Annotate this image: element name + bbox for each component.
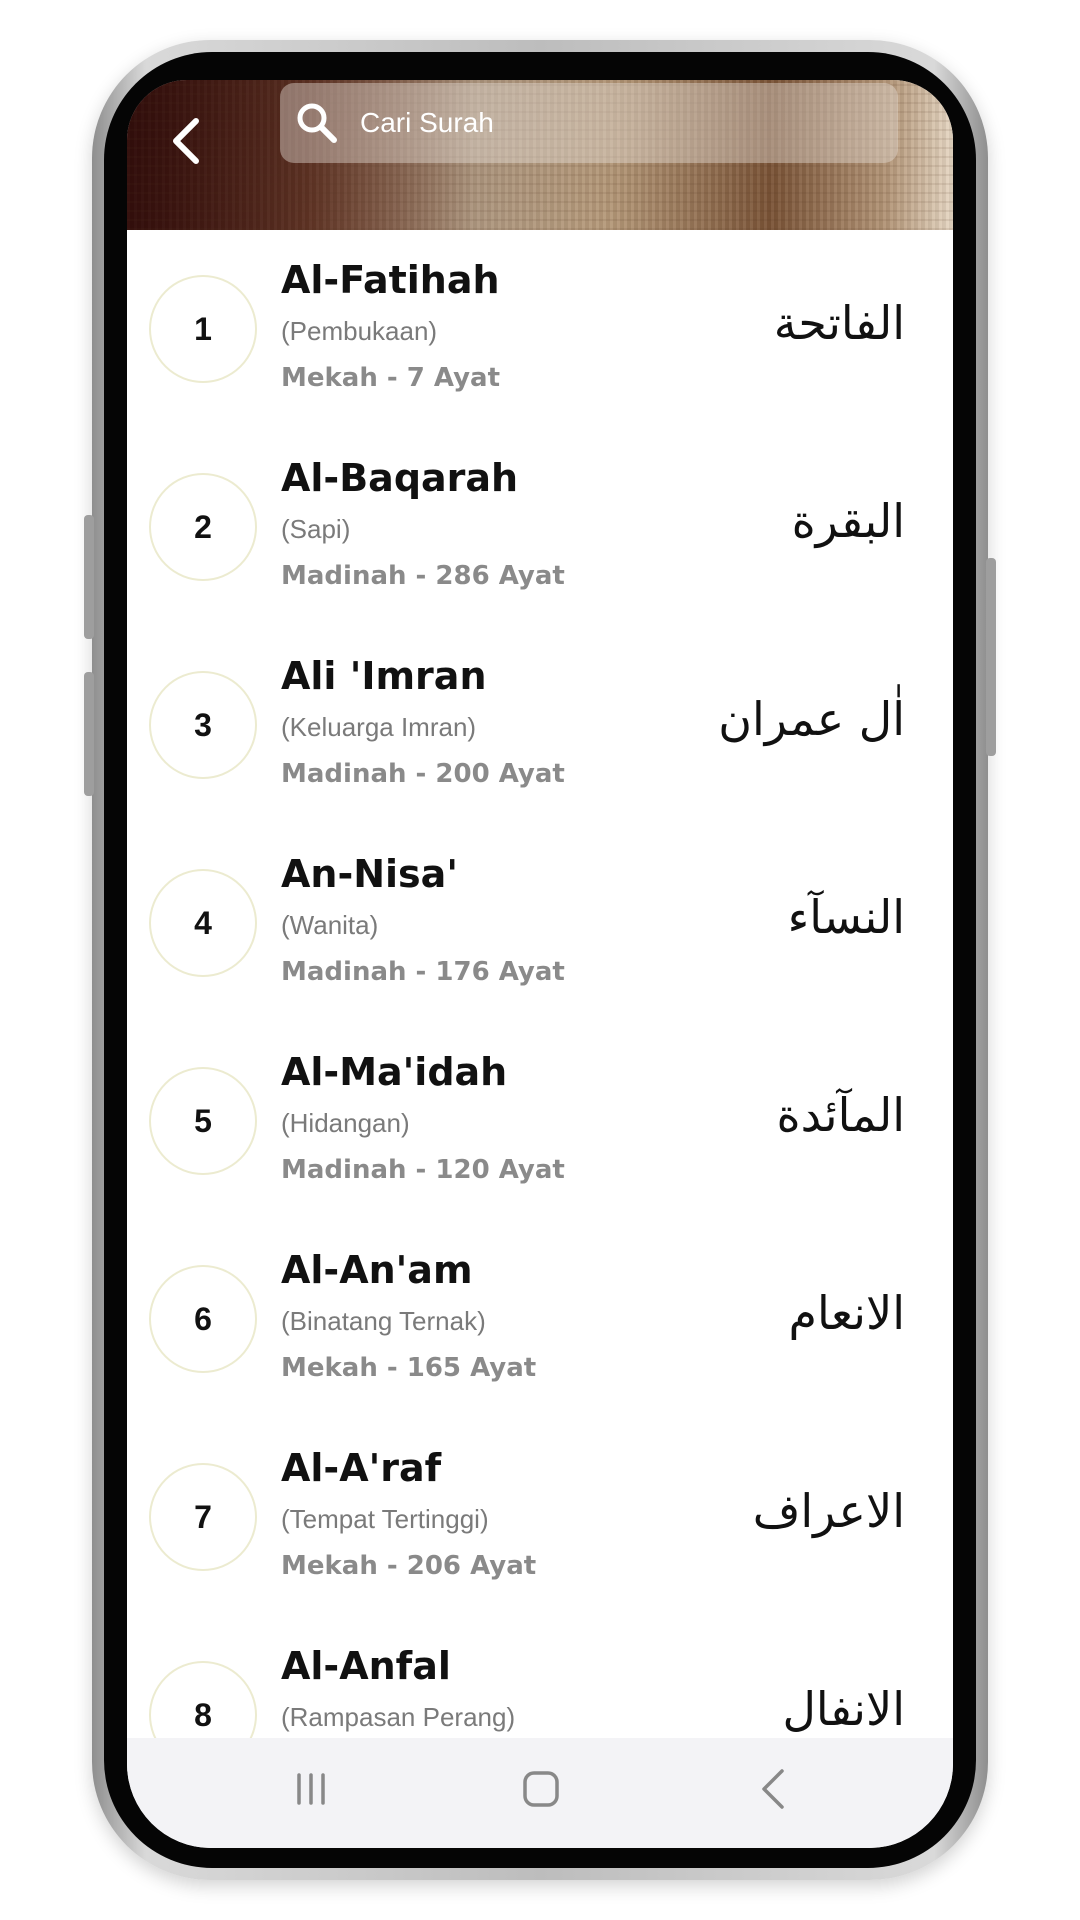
surah-arabic-name: الانعام (788, 1286, 905, 1340)
search-input[interactable]: Cari Surah (280, 83, 898, 163)
list-item[interactable]: 3 Ali 'Imran (Keluarga Imran) Madinah - … (127, 626, 953, 824)
surah-arabic-name: البقرة (791, 494, 905, 548)
surah-arabic-name: النسآء (787, 890, 905, 944)
surah-meaning: (Keluarga Imran) (281, 712, 477, 742)
home-button[interactable] (501, 1758, 581, 1820)
surah-number-badge: 8 (149, 1661, 257, 1738)
surah-number-badge: 6 (149, 1265, 257, 1373)
surah-arabic-name: الانفال (782, 1682, 905, 1736)
surah-list[interactable]: 1 Al-Fatihah (Pembukaan) Mekah - 7 Ayat … (127, 230, 953, 1738)
back-icon (762, 1769, 784, 1809)
list-item[interactable]: 5 Al-Ma'idah (Hidangan) Madinah - 120 Ay… (127, 1022, 953, 1220)
surah-name: Al-An'am (281, 1248, 473, 1292)
surah-name: Al-A'raf (281, 1446, 442, 1490)
surah-arabic-name: اٰل عمران (718, 692, 905, 746)
surah-number-badge: 1 (149, 275, 257, 383)
surah-info: Madinah - 120 Ayat (281, 1155, 565, 1185)
surah-meaning: (Rampasan Perang) (281, 1702, 516, 1732)
surah-info: Mekah - 7 Ayat (281, 363, 501, 393)
surah-meaning: (Hidangan) (281, 1108, 410, 1138)
search-icon (294, 100, 340, 146)
surah-number-badge: 4 (149, 869, 257, 977)
list-item[interactable]: 2 Al-Baqarah (Sapi) Madinah - 286 Ayat ا… (127, 428, 953, 626)
search-placeholder: Cari Surah (360, 107, 494, 138)
chevron-left-icon (173, 118, 199, 164)
list-item[interactable]: 8 Al-Anfal (Rampasan Perang) الانفال (127, 1616, 953, 1738)
nav-back-button[interactable] (734, 1758, 814, 1820)
surah-meaning: (Pembukaan) (281, 316, 438, 346)
header-banner: Cari Surah (127, 80, 953, 230)
back-button[interactable] (159, 100, 213, 182)
surah-meaning: (Sapi) (281, 514, 351, 544)
surah-meaning: (Tempat Tertinggi) (281, 1504, 489, 1534)
list-item[interactable]: 1 Al-Fatihah (Pembukaan) Mekah - 7 Ayat … (127, 230, 953, 428)
surah-arabic-name: الفاتحة (773, 296, 905, 350)
list-item[interactable]: 4 An-Nisa' (Wanita) Madinah - 176 Ayat ا… (127, 824, 953, 1022)
volume-down-button (84, 672, 94, 796)
surah-name: An-Nisa' (281, 852, 458, 896)
app-screen: Cari Surah 1 Al-Fatihah (Pembukaan) Meka… (127, 80, 953, 1848)
surah-info: Madinah - 286 Ayat (281, 561, 565, 591)
surah-info: Madinah - 200 Ayat (281, 759, 565, 789)
surah-number-badge: 3 (149, 671, 257, 779)
surah-number-badge: 5 (149, 1067, 257, 1175)
recent-apps-icon (297, 1773, 325, 1805)
surah-number-badge: 7 (149, 1463, 257, 1571)
surah-arabic-name: الاعراف (752, 1484, 905, 1538)
surah-name: Al-Anfal (281, 1644, 451, 1688)
surah-meaning: (Wanita) (281, 910, 379, 940)
list-item[interactable]: 6 Al-An'am (Binatang Ternak) Mekah - 165… (127, 1220, 953, 1418)
surah-info: Mekah - 165 Ayat (281, 1353, 537, 1383)
home-icon (523, 1771, 559, 1807)
surah-number-badge: 2 (149, 473, 257, 581)
volume-up-button (84, 515, 94, 639)
system-nav-bar (127, 1738, 953, 1848)
power-button (986, 558, 996, 756)
surah-arabic-name: المآئدة (776, 1088, 905, 1142)
surah-name: Ali 'Imran (281, 654, 487, 698)
recent-apps-button[interactable] (271, 1758, 351, 1820)
surah-meaning: (Binatang Ternak) (281, 1306, 486, 1336)
surah-info: Madinah - 176 Ayat (281, 957, 565, 987)
surah-name: Al-Ma'idah (281, 1050, 508, 1094)
list-item[interactable]: 7 Al-A'raf (Tempat Tertinggi) Mekah - 20… (127, 1418, 953, 1616)
surah-name: Al-Fatihah (281, 258, 500, 302)
surah-name: Al-Baqarah (281, 456, 519, 500)
surah-info: Mekah - 206 Ayat (281, 1551, 537, 1581)
